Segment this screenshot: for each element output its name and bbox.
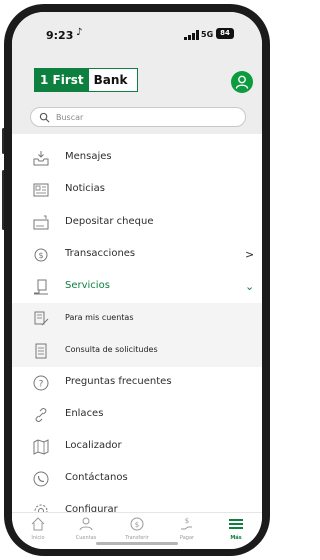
app-header: 1 First Bank bbox=[12, 56, 262, 104]
tab-label: Más bbox=[230, 535, 242, 541]
newspaper-icon bbox=[33, 183, 49, 197]
pay-icon: $ bbox=[181, 517, 192, 530]
profile-avatar-button[interactable] bbox=[231, 71, 253, 93]
chevron-down-icon: ⌄ bbox=[245, 280, 255, 293]
submenu-label: Para mis cuentas bbox=[65, 313, 134, 322]
menu-label: Transacciones bbox=[65, 248, 136, 259]
logo-text-first: First bbox=[52, 73, 84, 87]
status-time: 9:23 bbox=[46, 29, 74, 42]
bell-muted-icon: ♪ bbox=[76, 27, 83, 38]
menu-item-depositar-cheque[interactable]: Depositar cheque bbox=[12, 207, 262, 239]
phone-device: 9:23 ♪ 5G 84 1 First Bank Buscar Mensaje… bbox=[0, 0, 272, 560]
menu-label: Preguntas frecuentes bbox=[65, 376, 172, 387]
tab-label: Cuentas bbox=[75, 535, 97, 541]
menu-item-enlaces[interactable]: Enlaces bbox=[12, 399, 262, 431]
search-input[interactable]: Buscar bbox=[30, 107, 246, 127]
map-icon bbox=[33, 439, 49, 455]
tab-label: Pagar bbox=[179, 535, 195, 541]
transfer-icon: $ bbox=[130, 517, 144, 531]
logo-text-bank: Bank bbox=[93, 73, 128, 87]
tab-label: Transferir bbox=[125, 535, 149, 541]
menu-label: Localizador bbox=[65, 440, 122, 451]
transactions-icon: $ bbox=[34, 248, 48, 262]
menu-item-servicios[interactable]: Servicios ⌄ bbox=[12, 271, 262, 303]
logo-number: 1 bbox=[40, 73, 49, 87]
menu-label: Depositar cheque bbox=[65, 216, 154, 227]
menu-item-noticias[interactable]: Noticias bbox=[12, 174, 262, 206]
menu-item-mensajes[interactable]: Mensajes bbox=[12, 142, 262, 174]
submenu-label: Consulta de solicitudes bbox=[65, 345, 158, 354]
menu-item-localizador[interactable]: Localizador bbox=[12, 431, 262, 463]
menu-item-preguntas-frecuentes[interactable]: ? Preguntas frecuentes bbox=[12, 367, 262, 399]
menu-item-contactanos[interactable]: Contáctanos bbox=[12, 463, 262, 495]
tab-label: Inicio bbox=[31, 535, 45, 541]
menu-icon bbox=[229, 519, 243, 529]
svg-text:$: $ bbox=[38, 251, 43, 260]
accounts-icon bbox=[79, 517, 93, 531]
services-icon bbox=[34, 279, 48, 295]
status-bar: 9:23 ♪ 5G 84 bbox=[12, 12, 262, 56]
phone-icon bbox=[33, 471, 49, 487]
question-icon: ? bbox=[33, 375, 49, 391]
network-label: 5G bbox=[201, 30, 214, 39]
battery-icon: 84 bbox=[216, 28, 234, 39]
document-edit-icon bbox=[34, 311, 49, 326]
inbox-icon bbox=[33, 151, 49, 166]
submenu-item-consulta-de-solicitudes[interactable]: Consulta de solicitudes bbox=[12, 335, 262, 367]
check-deposit-icon bbox=[33, 215, 49, 230]
svg-text:$: $ bbox=[135, 521, 139, 529]
menu-label: Servicios bbox=[65, 280, 110, 291]
menu-label: Noticias bbox=[65, 183, 105, 194]
svg-text:$: $ bbox=[185, 517, 189, 525]
document-list-icon bbox=[35, 343, 47, 359]
submenu-item-para-mis-cuentas[interactable]: Para mis cuentas bbox=[12, 303, 262, 335]
link-icon bbox=[35, 408, 47, 422]
tab-mas[interactable]: Más bbox=[216, 516, 256, 546]
svg-text:?: ? bbox=[39, 380, 44, 390]
home-icon bbox=[31, 517, 45, 531]
menu-label: Enlaces bbox=[65, 408, 104, 419]
signal-icon bbox=[184, 30, 199, 40]
tab-inicio[interactable]: Inicio bbox=[18, 516, 58, 546]
chevron-right-icon: > bbox=[245, 248, 255, 261]
search-icon bbox=[39, 112, 50, 122]
home-indicator bbox=[96, 542, 178, 545]
first-bank-logo[interactable]: 1 First Bank bbox=[34, 68, 138, 92]
menu-label: Contáctanos bbox=[65, 472, 128, 483]
screen: 9:23 ♪ 5G 84 1 First Bank Buscar Mensaje… bbox=[12, 12, 262, 549]
menu-item-transacciones[interactable]: $ Transacciones > bbox=[12, 239, 262, 271]
user-icon bbox=[235, 75, 249, 89]
menu-label: Mensajes bbox=[65, 151, 112, 162]
search-area: Buscar bbox=[12, 104, 262, 134]
search-placeholder: Buscar bbox=[56, 112, 84, 122]
